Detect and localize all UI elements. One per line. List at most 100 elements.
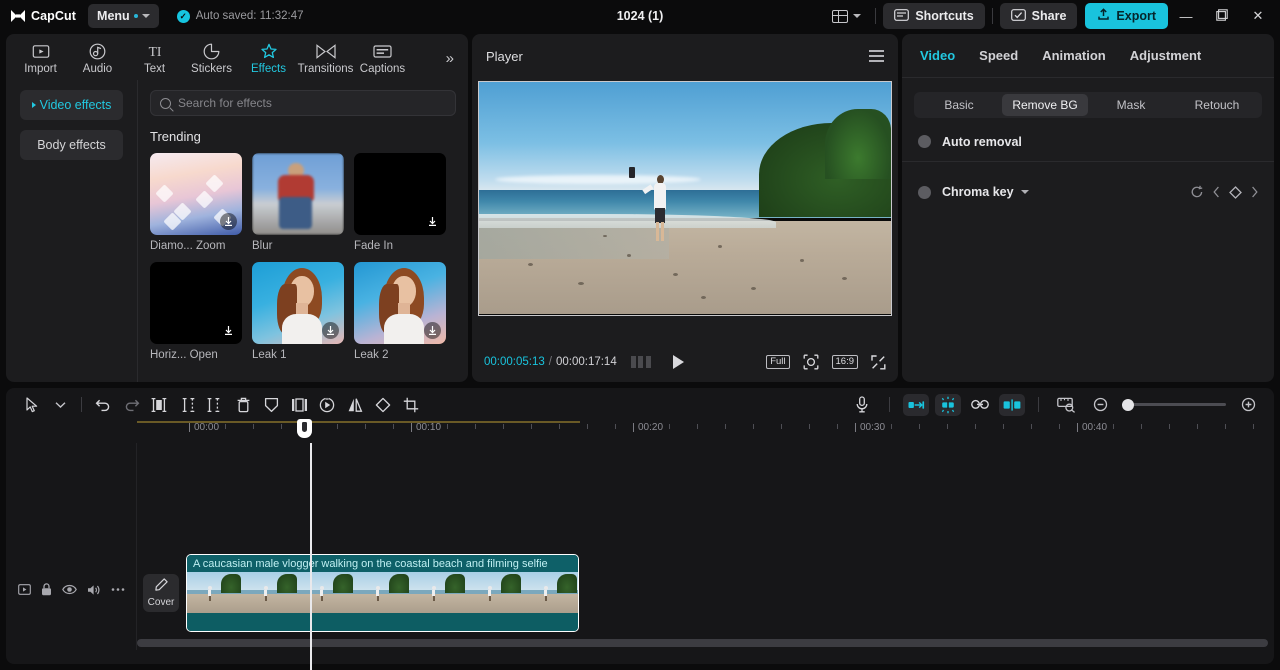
zoom-slider[interactable] <box>1122 403 1226 406</box>
tab-text[interactable]: TI Text <box>126 38 183 75</box>
zoom-slider-knob[interactable] <box>1122 399 1134 411</box>
shortcuts-button[interactable]: Shortcuts <box>883 3 984 29</box>
crop-icon[interactable] <box>397 392 425 418</box>
tab-video[interactable]: Video <box>920 48 955 63</box>
effect-card[interactable]: Horiz... Open <box>150 262 242 361</box>
video-clip[interactable]: A caucasian male vlogger walking on the … <box>186 554 579 632</box>
play-button[interactable] <box>673 355 684 369</box>
minimize-button[interactable]: — <box>1168 0 1204 32</box>
download-icon[interactable] <box>322 322 339 339</box>
tab-import[interactable]: Import <box>12 38 69 75</box>
tab-adjustment[interactable]: Adjustment <box>1130 48 1202 63</box>
keyframe-shield-icon[interactable] <box>257 392 285 418</box>
capcut-window: CapCut Menu ✓ Auto saved: 11:32:47 Short… <box>0 0 1280 670</box>
subtab-basic[interactable]: Basic <box>916 94 1002 116</box>
tab-audio[interactable]: Audio <box>69 38 126 75</box>
chroma-key-toggle[interactable] <box>918 186 931 199</box>
microphone-icon[interactable] <box>848 392 876 418</box>
split-left-icon[interactable] <box>145 392 173 418</box>
redo-icon[interactable] <box>117 392 145 418</box>
share-button[interactable]: Share <box>1000 3 1078 29</box>
fullscreen-icon[interactable] <box>871 355 886 370</box>
search-box[interactable] <box>150 90 456 116</box>
prev-keyframe-icon[interactable] <box>1213 186 1220 198</box>
crop-frame-icon[interactable] <box>285 392 313 418</box>
more-tabs-button[interactable]: » <box>446 38 462 67</box>
zoom-out-icon[interactable] <box>1086 392 1114 418</box>
tab-effects[interactable]: Effects <box>240 38 297 75</box>
subtab-remove-bg[interactable]: Remove BG <box>1002 94 1088 116</box>
select-arrow-icon[interactable] <box>18 392 46 418</box>
split-icon[interactable] <box>173 392 201 418</box>
playhead-handle[interactable] <box>297 419 312 438</box>
lock-icon[interactable] <box>41 583 52 596</box>
tab-stickers[interactable]: Stickers <box>183 38 240 75</box>
preview-ruler-icon[interactable] <box>1052 392 1080 418</box>
keyframe-icon[interactable] <box>1229 186 1242 199</box>
quality-button[interactable]: Full <box>766 355 789 369</box>
cover-label: Cover <box>148 597 175 608</box>
effect-card[interactable]: Leak 2 <box>354 262 446 361</box>
effect-card[interactable]: Blur <box>252 153 344 252</box>
hamburger-icon[interactable] <box>869 50 884 61</box>
smart-adjust-icon[interactable] <box>935 394 961 416</box>
tab-transitions[interactable]: Transitions <box>297 38 354 75</box>
magnify-icon[interactable] <box>803 354 819 370</box>
mirror-icon[interactable] <box>341 392 369 418</box>
library-body: Video effects Body effects Trending <box>6 80 468 382</box>
effect-card[interactable]: Fade In <box>354 153 446 252</box>
subtab-mask[interactable]: Mask <box>1088 94 1174 116</box>
eye-icon[interactable] <box>62 584 77 595</box>
reset-icon[interactable] <box>1190 185 1204 199</box>
cover-button[interactable]: Cover <box>143 574 179 612</box>
aspect-ratio-button[interactable]: 16:9 <box>832 355 859 369</box>
delete-icon[interactable] <box>229 392 257 418</box>
more-icon[interactable] <box>111 587 125 592</box>
chevron-down-icon[interactable] <box>46 392 74 418</box>
ruler-label: 00:40 <box>1082 422 1107 433</box>
timeline-scrollbar-thumb[interactable] <box>137 639 1268 647</box>
layout-button[interactable] <box>825 6 868 27</box>
tab-animation[interactable]: Animation <box>1042 48 1106 63</box>
split-screen-icon[interactable] <box>999 394 1025 416</box>
effect-card[interactable]: Leak 1 <box>252 262 344 361</box>
maximize-button[interactable] <box>1204 0 1240 32</box>
video-preview[interactable] <box>479 82 891 315</box>
track-thumb-icon[interactable] <box>18 584 31 595</box>
auto-cut-icon[interactable] <box>903 394 929 416</box>
link-icon[interactable] <box>967 394 993 416</box>
export-button[interactable]: Export <box>1085 3 1168 29</box>
chevron-down-icon <box>853 14 861 18</box>
next-keyframe-icon[interactable] <box>1251 186 1258 198</box>
menu-button[interactable]: Menu <box>88 4 159 28</box>
search-input[interactable] <box>178 96 446 110</box>
download-icon[interactable] <box>424 213 441 230</box>
download-icon[interactable] <box>220 322 237 339</box>
chevron-down-icon[interactable] <box>1021 190 1029 194</box>
effect-card[interactable]: Diamo... Zoom <box>150 153 242 252</box>
rotate-icon[interactable] <box>369 392 397 418</box>
autosave-text: Auto saved: 11:32:47 <box>196 10 304 22</box>
sidebar-item-body-effects[interactable]: Body effects <box>20 130 123 160</box>
download-icon[interactable] <box>220 213 237 230</box>
auto-removal-toggle[interactable] <box>918 135 931 148</box>
close-button[interactable]: ✕ <box>1240 0 1276 32</box>
split-right-icon[interactable] <box>201 392 229 418</box>
timeline-scrollbar[interactable] <box>137 639 1268 647</box>
download-icon[interactable] <box>424 322 441 339</box>
capcut-logo-icon <box>10 9 26 23</box>
frame-stepper-icon[interactable] <box>631 356 651 368</box>
sidebar-item-video-effects[interactable]: Video effects <box>20 90 123 120</box>
timeline-ruler[interactable]: 00:00 00:10 00:20 00:30 00:40 <box>6 421 1274 443</box>
freeze-icon[interactable] <box>313 392 341 418</box>
divider <box>875 8 876 24</box>
undo-icon[interactable] <box>89 392 117 418</box>
zoom-in-icon[interactable] <box>1234 392 1262 418</box>
subtab-retouch[interactable]: Retouch <box>1174 94 1260 116</box>
track-controls-column <box>6 443 137 650</box>
properties-tab-bar: Video Speed Animation Adjustment <box>902 34 1274 78</box>
tab-captions[interactable]: Captions <box>354 38 411 75</box>
volume-icon[interactable] <box>87 584 101 596</box>
library-tab-bar: Import Audio TI Text Stickers Effects Tr… <box>6 34 468 80</box>
tab-speed[interactable]: Speed <box>979 48 1018 63</box>
